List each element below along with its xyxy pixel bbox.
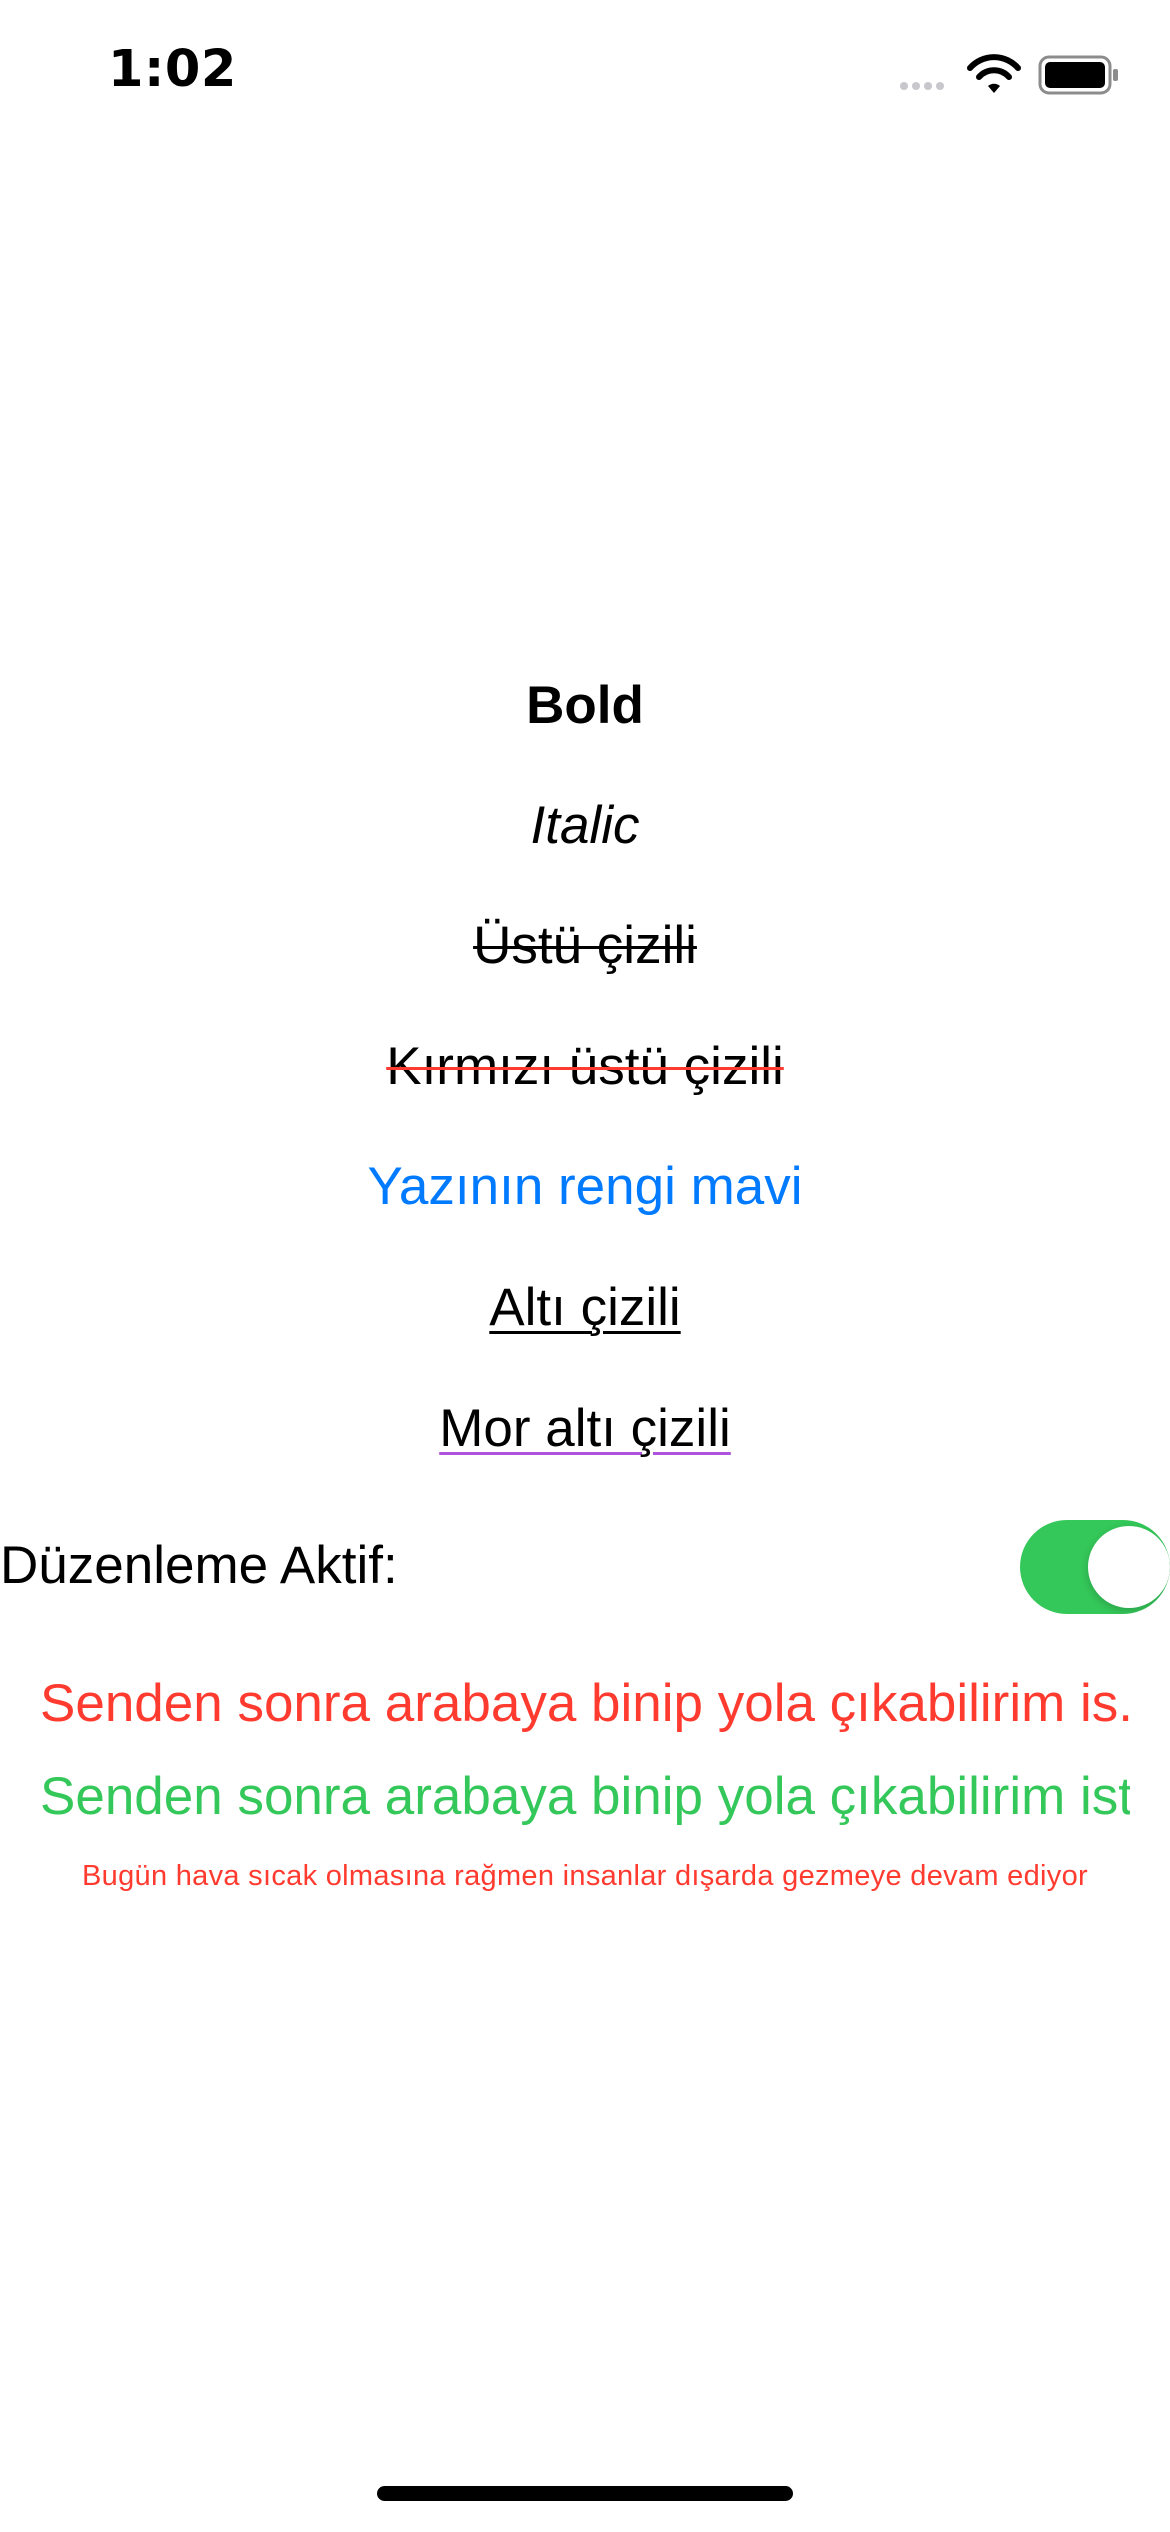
edit-toggle-row: Düzenleme Aktif: [0,1512,1170,1622]
edit-toggle-switch[interactable] [1020,1520,1170,1614]
status-time: 1:02 [108,40,237,99]
status-icons [900,52,1120,98]
home-indicator[interactable] [377,2486,793,2501]
wifi-icon [967,54,1021,93]
edit-toggle-label: Düzenleme Aktif: [0,1536,398,1595]
status-bar: 1:02 [0,0,1170,150]
signal-icon [900,82,944,90]
italic-text: Italic [530,796,640,855]
blue-text: Yazının rengi mavi [367,1157,803,1216]
battery-icon [1038,55,1118,95]
bold-text: Bold [526,676,644,735]
red-truncated-text: Senden sonra arabaya binip yola çıkabili… [40,1674,1130,1733]
red-strikethrough-text: Kırmızı üstü çizili [386,1037,784,1096]
small-red-text: Bugün hava sıcak olmasına rağmen insanla… [82,1860,1088,1892]
toggle-knob [1088,1526,1170,1608]
underline-text: Altı çizili [489,1278,681,1337]
green-truncated-text: Senden sonra arabaya binip yola çıkabili… [40,1767,1130,1826]
status-icons-svg [900,54,1118,95]
strikethrough-text: Üstü çizili [473,916,697,975]
purple-underline-text: Mor altı çizili [439,1399,731,1458]
